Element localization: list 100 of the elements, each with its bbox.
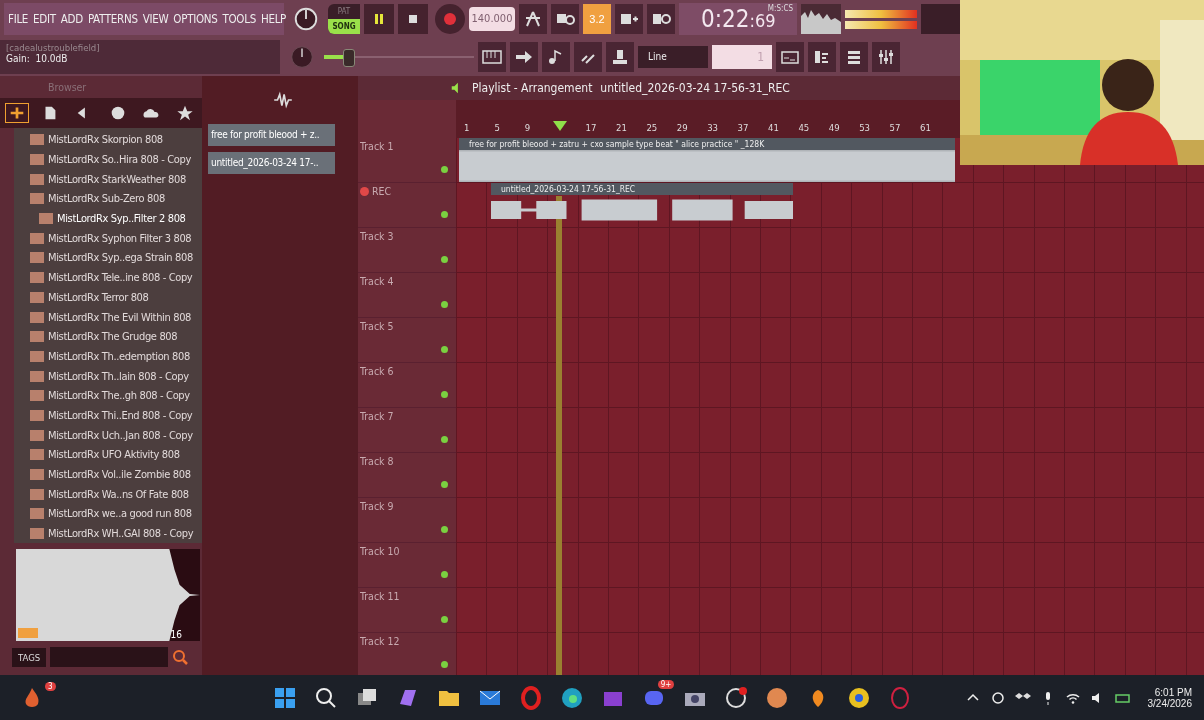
mode-toggle[interactable]: PAT — [328, 4, 360, 19]
audio-file-icon — [30, 193, 44, 205]
audio-file-icon — [30, 154, 44, 166]
notification-badge: 3 — [45, 681, 56, 691]
hint-text: Gain: 10.0dB — [6, 53, 69, 64]
tempo-field[interactable]: 140.000 — [469, 7, 515, 31]
mixer-icon[interactable] — [872, 42, 900, 72]
audio-file-icon — [30, 311, 44, 323]
picker-item[interactable]: untitled_2026-03-24 17-.. — [208, 152, 335, 174]
snap-dropdown[interactable]: Line — [638, 46, 708, 68]
step-clock-icon[interactable] — [551, 4, 579, 34]
menu-item[interactable]: EDIT — [33, 12, 56, 26]
mode-toggle[interactable]: SONG — [328, 19, 360, 34]
bar-number: 57 — [889, 122, 901, 133]
link-icon[interactable] — [574, 42, 602, 72]
browser-item[interactable]: MistLordRx So..Hira 808 - Copy — [14, 149, 202, 170]
menu-item[interactable]: HELP — [260, 12, 287, 26]
browser-item[interactable]: MistLordRx Syp..ega Strain 808 — [14, 248, 202, 268]
track-led-icon[interactable] — [441, 391, 448, 398]
audio-file-icon — [30, 528, 44, 540]
stop-icon — [407, 13, 419, 25]
menu-item[interactable]: OPTIONS — [173, 12, 218, 26]
piano-plus-icon[interactable] — [615, 4, 643, 34]
keyboard-icon[interactable] — [478, 42, 506, 72]
tags-button[interactable]: TAGS — [12, 647, 47, 667]
track-name: REC — [358, 183, 456, 197]
bar-number: 5 — [494, 122, 500, 133]
audio-file-icon — [30, 173, 44, 185]
track-name: Track 3 — [359, 229, 395, 242]
bar-number: 45 — [798, 122, 810, 133]
browser-item[interactable]: MistLordRx Wa..ns Of Fate 808 — [14, 484, 202, 505]
audio-clip[interactable]: free for profit bleood + zatru + cxo sample type beat " alice practice " _128K — [459, 138, 955, 182]
pause-button[interactable] — [364, 4, 394, 34]
system-clock[interactable]: 6:01 PM 3/24/2026 — [1147, 686, 1192, 709]
menu-item[interactable]: TOOLS — [222, 12, 256, 26]
note-icon[interactable] — [542, 42, 570, 72]
bar-number: 25 — [646, 122, 658, 133]
track-name: Track 12 — [359, 634, 401, 647]
all-tab-icon[interactable] — [5, 104, 28, 122]
playhead-marker-icon[interactable] — [553, 121, 567, 131]
menu-item[interactable]: PATTERNS — [87, 12, 138, 26]
browser-item[interactable]: MistLordRx Thi..End 808 - Copy — [14, 405, 202, 426]
track-led-icon[interactable] — [441, 436, 448, 443]
track-led-icon[interactable] — [441, 616, 448, 623]
audio-file-icon — [30, 370, 44, 382]
windows-icon[interactable] — [272, 685, 297, 710]
menu-item[interactable]: FILE — [8, 12, 29, 26]
picker-item[interactable]: free for profit bleood + z.. — [208, 124, 335, 146]
playlist-icon[interactable] — [776, 42, 804, 72]
record-button[interactable] — [435, 4, 465, 34]
browser-item[interactable]: MistLordRx StarkWeather 808 — [14, 169, 202, 190]
track-led-icon[interactable] — [441, 661, 448, 668]
list-icon[interactable] — [840, 42, 868, 72]
track-led-icon[interactable] — [441, 211, 448, 218]
browser-item[interactable]: MistLordRx Vol..ile Zombie 808 — [14, 464, 202, 485]
audio-file-icon — [30, 429, 44, 441]
track-led-icon[interactable] — [441, 481, 448, 488]
sync-icon[interactable] — [989, 689, 1006, 706]
track-led-icon[interactable] — [441, 301, 448, 308]
channel-rack-icon[interactable] — [808, 42, 836, 72]
browser-item[interactable]: MistLordRx Syphon Filter 3 808 — [14, 228, 202, 249]
browser-item[interactable]: MistLordRx Skorpion 808 — [14, 130, 202, 150]
browser-item[interactable]: MistLordRx Terror 808 — [14, 287, 202, 308]
browser-item[interactable]: MistLordRx Sub-Zero 808 — [14, 189, 202, 209]
audio-file-icon — [30, 449, 44, 461]
browser-item[interactable]: MistLordRx UFO Aktivity 808 — [14, 445, 202, 465]
track-led-icon[interactable] — [441, 256, 448, 263]
browser-title: Browser — [48, 81, 87, 93]
aperture-icon[interactable] — [723, 685, 748, 710]
clock-date: 3/24/2026 — [1147, 697, 1192, 709]
browser-item[interactable]: MistLordRx Th..lain 808 - Copy — [14, 366, 202, 386]
menu-item[interactable]: VIEW — [142, 12, 169, 26]
volume-slider-thumb[interactable] — [342, 49, 355, 67]
browser-item[interactable]: MistLordRx The..gh 808 - Copy — [14, 385, 202, 406]
record-icon — [443, 12, 457, 26]
browser-item[interactable]: MistLordRx The Grudge 808 — [14, 326, 202, 347]
track-led-icon[interactable] — [441, 526, 448, 533]
track-led-icon[interactable] — [441, 571, 448, 578]
browser-item[interactable]: MistLordRx Syp..Filter 2 808 — [14, 208, 202, 229]
audio-file-icon — [30, 508, 44, 520]
browser-item[interactable]: MistLordRx The Evil Within 808 — [14, 307, 202, 327]
tags-field[interactable] — [50, 647, 169, 668]
browser-item[interactable]: MistLordRx we..a good run 808 — [14, 504, 202, 524]
knob-icon[interactable] — [292, 5, 320, 33]
menu-item[interactable]: ADD — [60, 12, 83, 26]
track-led-icon[interactable] — [441, 166, 448, 173]
stop-button[interactable] — [398, 4, 428, 34]
stamp-icon[interactable] — [606, 42, 634, 72]
loop-record-icon[interactable] — [647, 4, 675, 34]
browser-item[interactable]: MistLordRx WH..GAI 808 - Copy — [14, 523, 202, 544]
browser-item[interactable]: MistLordRx Tele..ine 808 - Copy — [14, 267, 202, 288]
waveform-icon[interactable] — [272, 91, 294, 109]
search-icon[interactable] — [313, 685, 338, 710]
track-led-icon[interactable] — [441, 346, 448, 353]
record-arm-icon[interactable] — [360, 186, 369, 196]
browser-icon[interactable] — [559, 685, 584, 710]
browser-item[interactable]: MistLordRx Th..edemption 808 — [14, 346, 202, 367]
browser-item[interactable]: MistLordRx Uch..Jan 808 - Copy — [14, 425, 202, 445]
ring-icon[interactable] — [518, 685, 543, 710]
metronome-icon[interactable] — [519, 4, 547, 34]
